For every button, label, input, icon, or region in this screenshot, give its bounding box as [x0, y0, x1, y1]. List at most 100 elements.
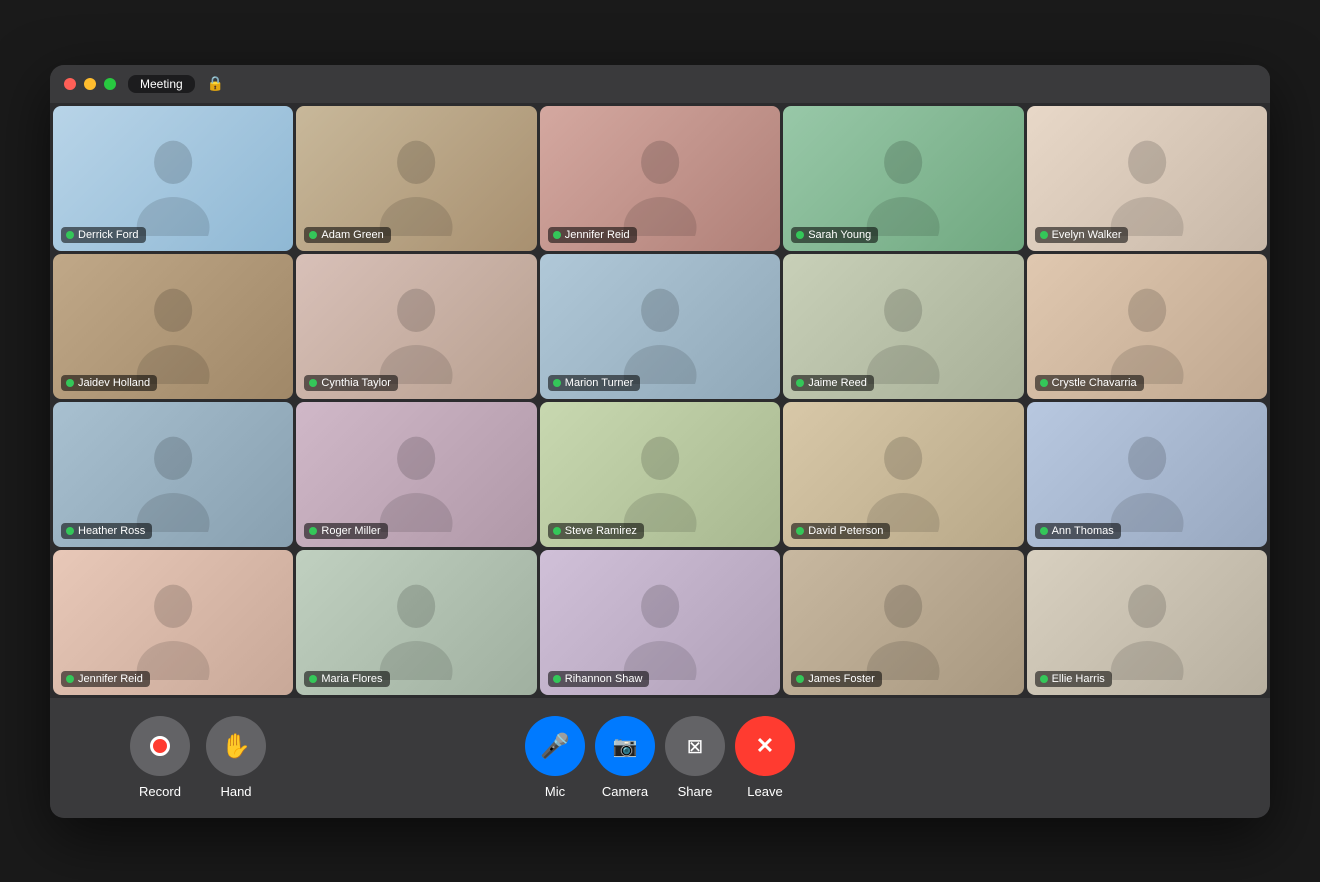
share-icon: ⊠ — [687, 734, 704, 759]
participant-name: David Peterson — [808, 525, 883, 537]
name-badge: Roger Miller — [304, 523, 387, 539]
participant-tile[interactable]: Crystle Chavarria — [1027, 254, 1267, 399]
participant-tile[interactable]: Roger Miller — [296, 402, 536, 547]
mic-status-dot — [66, 231, 74, 239]
close-button[interactable] — [64, 78, 76, 90]
meeting-window: Meeting 🔒 Derrick Ford Adam Green — [50, 65, 1270, 818]
leave-button[interactable]: ✕ Leave — [735, 716, 795, 799]
mic-status-dot — [1040, 675, 1048, 683]
participant-tile[interactable]: David Peterson — [783, 402, 1023, 547]
participant-name: Evelyn Walker — [1052, 229, 1122, 241]
lock-icon: 🔒 — [207, 75, 224, 92]
share-label: Share — [678, 784, 713, 799]
participant-name: Jaime Reed — [808, 377, 867, 389]
record-dot — [150, 736, 170, 756]
participant-tile[interactable]: Steve Ramirez — [540, 402, 780, 547]
share-circle: ⊠ — [665, 716, 725, 776]
mic-status-dot — [1040, 231, 1048, 239]
leave-icon: ✕ — [756, 733, 774, 759]
record-button[interactable]: Record — [130, 716, 190, 799]
mic-status-dot — [553, 379, 561, 387]
camera-button[interactable]: 📷 Camera — [595, 716, 655, 799]
hand-label: Hand — [220, 784, 251, 799]
mic-status-dot — [309, 379, 317, 387]
camera-label: Camera — [602, 784, 648, 799]
name-badge: Sarah Young — [791, 227, 878, 243]
mic-status-dot — [1040, 527, 1048, 535]
name-badge: Evelyn Walker — [1035, 227, 1129, 243]
mic-status-dot — [309, 675, 317, 683]
record-circle — [130, 716, 190, 776]
hand-icon: ✋ — [221, 732, 251, 761]
name-badge: Crystle Chavarria — [1035, 375, 1144, 391]
name-badge: Maria Flores — [304, 671, 389, 687]
titlebar: Meeting 🔒 — [50, 65, 1270, 103]
participant-tile[interactable]: Rihannon Shaw — [540, 550, 780, 695]
name-badge: Jennifer Reid — [61, 671, 150, 687]
participant-name: Adam Green — [321, 229, 383, 241]
left-tools: Record ✋ Hand — [130, 716, 266, 799]
participant-name: James Foster — [808, 673, 875, 685]
name-badge: Ellie Harris — [1035, 671, 1112, 687]
participant-tile[interactable]: Sarah Young — [783, 106, 1023, 251]
name-badge: Heather Ross — [61, 523, 152, 539]
mic-status-dot — [309, 527, 317, 535]
participant-tile[interactable]: Marion Turner — [540, 254, 780, 399]
participant-name: Steve Ramirez — [565, 525, 637, 537]
participant-tile[interactable]: Adam Green — [296, 106, 536, 251]
maximize-button[interactable] — [104, 78, 116, 90]
participant-tile[interactable]: Cynthia Taylor — [296, 254, 536, 399]
participant-name: Sarah Young — [808, 229, 871, 241]
mic-status-dot — [66, 379, 74, 387]
name-badge: Jaime Reed — [791, 375, 874, 391]
share-button[interactable]: ⊠ Share — [665, 716, 725, 799]
participant-name: Jennifer Reid — [565, 229, 630, 241]
participant-name: Roger Miller — [321, 525, 380, 537]
minimize-button[interactable] — [84, 78, 96, 90]
participant-tile[interactable]: Ellie Harris — [1027, 550, 1267, 695]
participant-tile[interactable]: Ann Thomas — [1027, 402, 1267, 547]
participant-tile[interactable]: Heather Ross — [53, 402, 293, 547]
mic-status-dot — [796, 379, 804, 387]
participant-name: Maria Flores — [321, 673, 382, 685]
center-tools: 🎤 Mic 📷 Camera ⊠ Share — [525, 716, 795, 799]
hand-button[interactable]: ✋ Hand — [206, 716, 266, 799]
camera-icon: 📷 — [613, 734, 638, 759]
mic-status-dot — [553, 231, 561, 239]
mic-button[interactable]: 🎤 Mic — [525, 716, 585, 799]
participant-name: Jaidev Holland — [78, 377, 150, 389]
mic-icon: 🎤 — [540, 732, 570, 761]
mic-status-dot — [553, 527, 561, 535]
participant-name: Ellie Harris — [1052, 673, 1105, 685]
participant-tile[interactable]: Jennifer Reid — [540, 106, 780, 251]
mic-circle: 🎤 — [525, 716, 585, 776]
participant-tile[interactable]: Jaime Reed — [783, 254, 1023, 399]
toolbar: Record ✋ Hand 🎤 Mic — [50, 698, 1270, 818]
participant-tile[interactable]: Evelyn Walker — [1027, 106, 1267, 251]
name-badge: Rihannon Shaw — [548, 671, 650, 687]
participant-name: Ann Thomas — [1052, 525, 1114, 537]
name-badge: Cynthia Taylor — [304, 375, 398, 391]
mic-status-dot — [66, 527, 74, 535]
toolbar-inner: Record ✋ Hand 🎤 Mic — [50, 716, 1270, 799]
participant-tile[interactable]: Jennifer Reid — [53, 550, 293, 695]
mic-status-dot — [1040, 379, 1048, 387]
participant-name: Derrick Ford — [78, 229, 139, 241]
leave-label: Leave — [747, 784, 782, 799]
window-title: Meeting — [140, 77, 183, 91]
name-badge: Derrick Ford — [61, 227, 146, 243]
leave-circle: ✕ — [735, 716, 795, 776]
name-badge: Jaidev Holland — [61, 375, 157, 391]
mic-status-dot — [796, 527, 804, 535]
record-label: Record — [139, 784, 181, 799]
participant-tile[interactable]: Jaidev Holland — [53, 254, 293, 399]
participant-name: Cynthia Taylor — [321, 377, 391, 389]
participant-tile[interactable]: James Foster — [783, 550, 1023, 695]
name-badge: James Foster — [791, 671, 882, 687]
mic-status-dot — [309, 231, 317, 239]
name-badge: Adam Green — [304, 227, 390, 243]
hand-circle: ✋ — [206, 716, 266, 776]
participant-tile[interactable]: Derrick Ford — [53, 106, 293, 251]
name-badge: David Peterson — [791, 523, 890, 539]
participant-tile[interactable]: Maria Flores — [296, 550, 536, 695]
